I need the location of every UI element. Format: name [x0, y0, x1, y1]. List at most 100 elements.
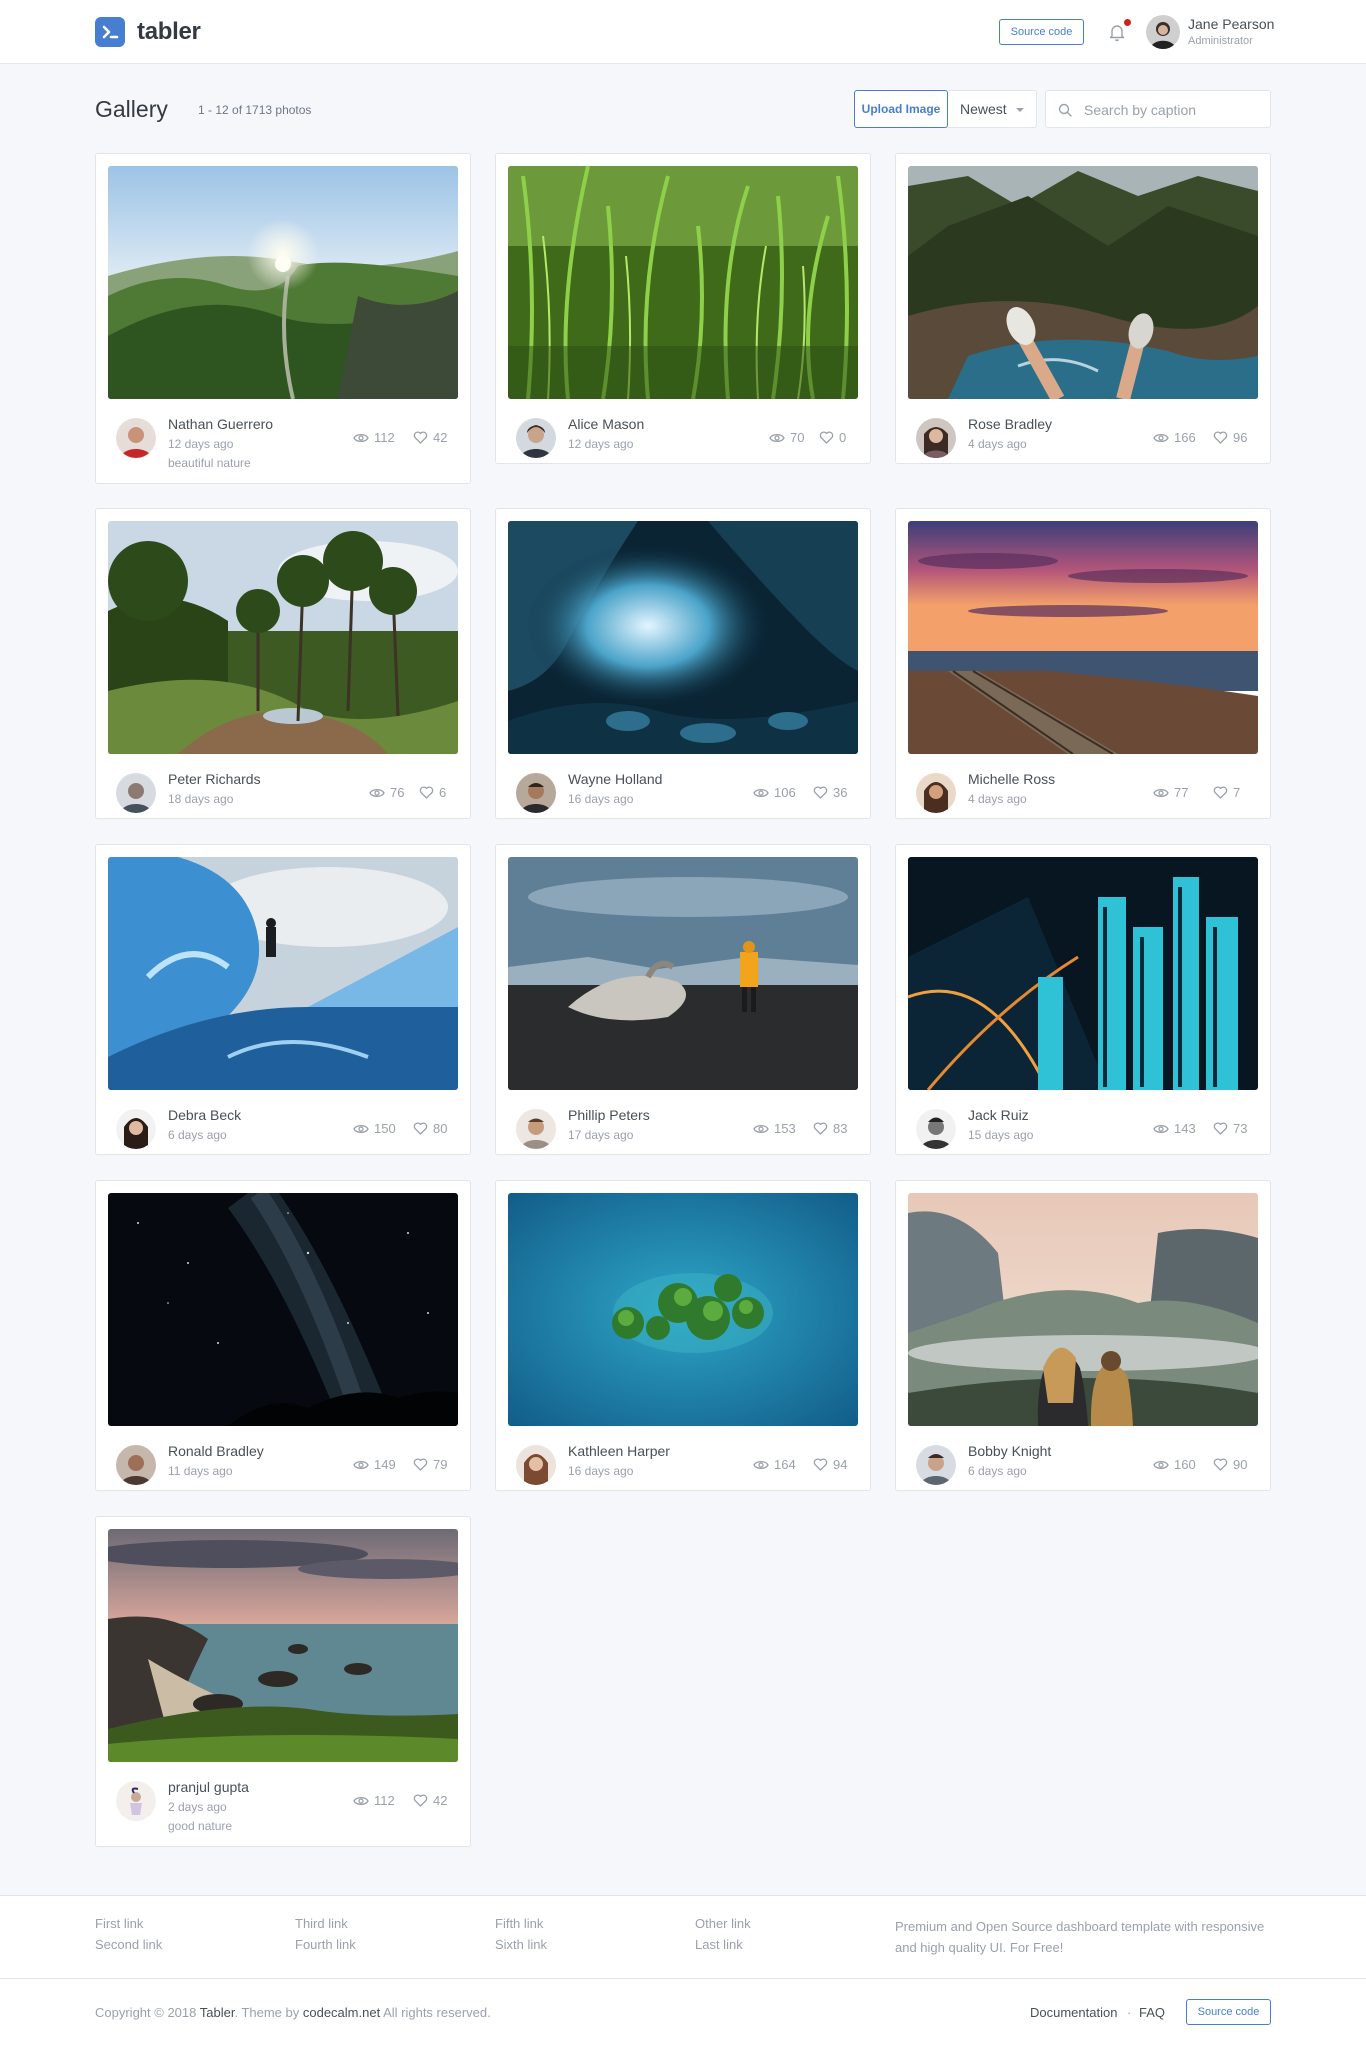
- avatar[interactable]: [916, 773, 956, 813]
- avatar[interactable]: [516, 773, 556, 813]
- author-name[interactable]: Ronald Bradley: [168, 1443, 264, 1459]
- views-count[interactable]: 153: [753, 1121, 796, 1136]
- gallery-photo[interactable]: [108, 166, 458, 399]
- likes-count[interactable]: 90: [1213, 1457, 1247, 1472]
- author-name[interactable]: Wayne Holland: [568, 771, 662, 787]
- author-name[interactable]: Kathleen Harper: [568, 1443, 670, 1459]
- footer-link[interactable]: First link: [95, 1916, 143, 1931]
- likes-count[interactable]: 94: [813, 1457, 847, 1472]
- gallery-photo[interactable]: [908, 1193, 1258, 1426]
- author-name[interactable]: Michelle Ross: [968, 771, 1055, 787]
- views-count[interactable]: 150: [353, 1121, 396, 1136]
- gallery-photo[interactable]: [508, 166, 858, 399]
- likes-count[interactable]: 83: [813, 1121, 847, 1136]
- likes-count[interactable]: 7: [1213, 785, 1240, 800]
- author-name[interactable]: Jack Ruiz: [968, 1107, 1029, 1123]
- gallery-photo[interactable]: [908, 166, 1258, 399]
- likes-count[interactable]: 96: [1213, 430, 1247, 445]
- views-count[interactable]: 160: [1153, 1457, 1196, 1472]
- avatar[interactable]: [916, 1445, 956, 1485]
- gallery-card[interactable]: Debra Beck 6 days ago 150 80: [95, 844, 471, 1155]
- likes-count[interactable]: 0: [819, 430, 846, 445]
- views-count[interactable]: 166: [1153, 430, 1196, 445]
- likes-count[interactable]: 42: [413, 430, 447, 445]
- author-name[interactable]: Debra Beck: [168, 1107, 241, 1123]
- gallery-card[interactable]: Bobby Knight 6 days ago 160 90: [895, 1180, 1271, 1491]
- gallery-card[interactable]: Wayne Holland 16 days ago 106 36: [495, 508, 871, 819]
- views-count[interactable]: 76: [369, 785, 404, 800]
- footer-link[interactable]: Other link: [695, 1916, 751, 1931]
- gallery-photo[interactable]: [508, 857, 858, 1090]
- faq-link[interactable]: FAQ: [1139, 2005, 1165, 2020]
- source-code-button[interactable]: Source code: [999, 19, 1084, 45]
- author-name[interactable]: Phillip Peters: [568, 1107, 650, 1123]
- gallery-card[interactable]: Michelle Ross 4 days ago 77 7: [895, 508, 1271, 819]
- gallery-photo[interactable]: [508, 1193, 858, 1426]
- footer-source-code-button[interactable]: Source code: [1186, 1999, 1271, 2025]
- views-count[interactable]: 112: [353, 1793, 395, 1808]
- footer-link[interactable]: Second link: [95, 1937, 162, 1952]
- avatar[interactable]: [116, 1445, 156, 1485]
- user-name[interactable]: Jane Pearson: [1188, 16, 1274, 32]
- avatar[interactable]: [516, 1109, 556, 1149]
- likes-count[interactable]: 80: [413, 1121, 447, 1136]
- views-count[interactable]: 70: [769, 430, 804, 445]
- likes-count[interactable]: 73: [1213, 1121, 1247, 1136]
- gallery-photo[interactable]: [108, 857, 458, 1090]
- author-name[interactable]: Rose Bradley: [968, 416, 1052, 432]
- likes-count[interactable]: 36: [813, 785, 847, 800]
- author-link[interactable]: codecalm.net: [303, 2005, 380, 2020]
- gallery-card[interactable]: Nathan Guerrero 12 days ago beautiful na…: [95, 153, 471, 484]
- gallery-card[interactable]: pranjul gupta 2 days ago good nature 112…: [95, 1516, 471, 1847]
- views-count[interactable]: 112: [353, 430, 395, 445]
- avatar[interactable]: [516, 418, 556, 458]
- avatar[interactable]: [916, 1109, 956, 1149]
- views-count[interactable]: 149: [353, 1457, 396, 1472]
- brand-link[interactable]: Tabler: [200, 2005, 235, 2020]
- gallery-card[interactable]: Jack Ruiz 15 days ago 143 73: [895, 844, 1271, 1155]
- footer-link[interactable]: Last link: [695, 1937, 743, 1952]
- search-box[interactable]: [1045, 90, 1271, 128]
- upload-image-button[interactable]: Upload Image: [854, 90, 948, 128]
- author-name[interactable]: pranjul gupta: [168, 1779, 249, 1795]
- likes-count[interactable]: 79: [413, 1457, 447, 1472]
- avatar[interactable]: [116, 418, 156, 458]
- author-name[interactable]: Bobby Knight: [968, 1443, 1051, 1459]
- search-input[interactable]: [1084, 100, 1264, 120]
- brand-logo[interactable]: tabler: [95, 16, 201, 48]
- views-count[interactable]: 143: [1153, 1121, 1196, 1136]
- gallery-card[interactable]: Rose Bradley 4 days ago 166 96: [895, 153, 1271, 464]
- footer-link[interactable]: Fourth link: [295, 1937, 356, 1952]
- bell-icon[interactable]: [1108, 22, 1126, 42]
- author-name[interactable]: Alice Mason: [568, 416, 644, 432]
- gallery-photo[interactable]: [908, 857, 1258, 1090]
- gallery-card[interactable]: Ronald Bradley 11 days ago 149 79: [95, 1180, 471, 1491]
- gallery-card[interactable]: Phillip Peters 17 days ago 153 83: [495, 844, 871, 1155]
- gallery-photo[interactable]: [108, 521, 458, 754]
- footer-link[interactable]: Third link: [295, 1916, 348, 1931]
- avatar[interactable]: [916, 418, 956, 458]
- views-count[interactable]: 164: [753, 1457, 796, 1472]
- gallery-photo[interactable]: [108, 1529, 458, 1762]
- author-name[interactable]: Nathan Guerrero: [168, 416, 273, 432]
- footer-link[interactable]: Fifth link: [495, 1916, 543, 1931]
- likes-count[interactable]: 42: [413, 1793, 447, 1808]
- footer-link[interactable]: Sixth link: [495, 1937, 547, 1952]
- documentation-link[interactable]: Documentation: [1030, 2005, 1117, 2020]
- likes-count[interactable]: 6: [419, 785, 446, 800]
- gallery-card[interactable]: Kathleen Harper 16 days ago 164 94: [495, 1180, 871, 1491]
- avatar[interactable]: [116, 1781, 156, 1821]
- avatar[interactable]: [516, 1445, 556, 1485]
- gallery-card[interactable]: Peter Richards 18 days ago 76 6: [95, 508, 471, 819]
- avatar[interactable]: [116, 773, 156, 813]
- author-name[interactable]: Peter Richards: [168, 771, 261, 787]
- views-count[interactable]: 106: [753, 785, 796, 800]
- avatar[interactable]: [116, 1109, 156, 1149]
- gallery-photo[interactable]: [508, 521, 858, 754]
- avatar[interactable]: [1146, 15, 1180, 49]
- gallery-card[interactable]: Alice Mason 12 days ago 70 0: [495, 153, 871, 464]
- gallery-photo[interactable]: [108, 1193, 458, 1426]
- gallery-photo[interactable]: [908, 521, 1258, 754]
- views-count[interactable]: 77: [1153, 785, 1188, 800]
- sort-select[interactable]: Newest: [948, 90, 1037, 128]
